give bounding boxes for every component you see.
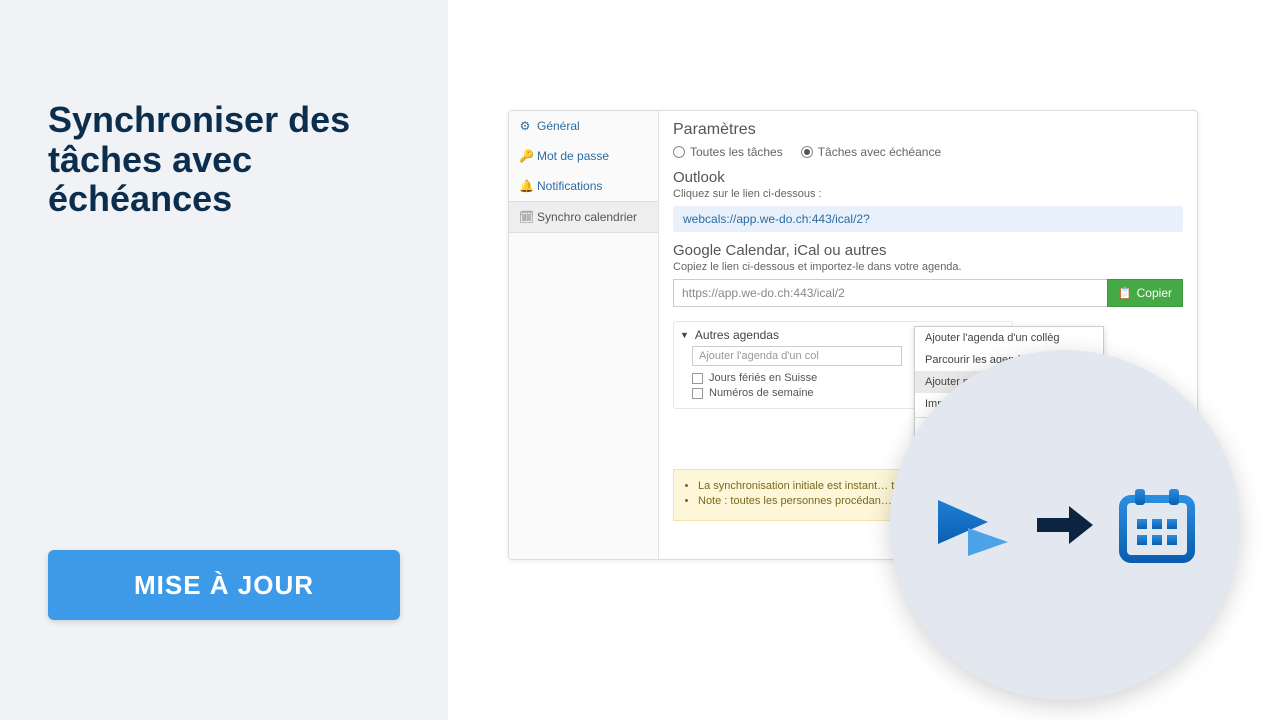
sidebar-item-calendar-sync[interactable]: 🗓 Synchro calendrier bbox=[509, 201, 658, 233]
agenda-line-label: Numéros de semaine bbox=[709, 387, 814, 399]
other-agendas-label: Autres agendas bbox=[695, 328, 779, 342]
radio-all-tasks[interactable]: Toutes les tâches bbox=[673, 145, 783, 159]
right-panel: ⚙ Général 🔑 Mot de passe 🔔 Notifications… bbox=[448, 0, 1280, 720]
copy-icon: 📋 bbox=[1118, 286, 1133, 300]
sidebar-item-general[interactable]: ⚙ Général bbox=[509, 111, 658, 141]
dropdown-item-add-colleague[interactable]: Ajouter l'agenda d'un collèg bbox=[915, 327, 1103, 349]
wedo-logo-icon bbox=[933, 490, 1013, 560]
copy-button[interactable]: 📋 Copier bbox=[1107, 279, 1183, 307]
copy-label: Copier bbox=[1137, 286, 1172, 300]
radio-label: Tâches avec échéance bbox=[818, 145, 941, 159]
sidebar-item-label: Synchro calendrier bbox=[537, 210, 637, 224]
radio-label: Toutes les tâches bbox=[690, 145, 783, 159]
calendar-grid-icon bbox=[1117, 485, 1197, 565]
key-icon: 🔑 bbox=[519, 149, 531, 163]
sidebar-item-notifications[interactable]: 🔔 Notifications bbox=[509, 171, 658, 201]
sidebar-item-label: Général bbox=[537, 119, 580, 133]
settings-sidebar: ⚙ Général 🔑 Mot de passe 🔔 Notifications… bbox=[509, 111, 659, 559]
sidebar-item-label: Notifications bbox=[537, 179, 602, 193]
sidebar-item-password[interactable]: 🔑 Mot de passe bbox=[509, 141, 658, 171]
calendar-url-input[interactable] bbox=[673, 279, 1107, 307]
copy-row: 📋 Copier bbox=[673, 279, 1183, 307]
add-agenda-input[interactable] bbox=[692, 346, 902, 366]
sidebar-item-label: Mot de passe bbox=[537, 149, 609, 163]
illustration-circle bbox=[890, 350, 1240, 700]
arrow-right-icon bbox=[1035, 500, 1095, 550]
task-filter-radios: Toutes les tâches Tâches avec échéance bbox=[673, 145, 1183, 159]
google-heading: Google Calendar, iCal ou autres bbox=[673, 242, 1183, 259]
google-hint: Copiez le lien ci-dessous et importez-le… bbox=[673, 261, 1183, 273]
outlook-link[interactable]: webcals://app.we-do.ch:443/ical/2? bbox=[673, 206, 1183, 232]
bell-icon: 🔔 bbox=[519, 179, 531, 193]
parameters-heading: Paramètres bbox=[673, 121, 1183, 139]
outlook-heading: Outlook bbox=[673, 169, 1183, 186]
left-panel: Synchroniser des tâches avec échéances M… bbox=[0, 0, 448, 720]
radio-tasks-with-due[interactable]: Tâches avec échéance bbox=[801, 145, 941, 159]
checkbox-icon bbox=[692, 373, 703, 384]
checkbox-icon bbox=[692, 388, 703, 399]
radio-icon bbox=[801, 146, 813, 158]
outlook-hint: Cliquez sur le lien ci-dessous : bbox=[673, 188, 1183, 200]
agenda-line-label: Jours fériés en Suisse bbox=[709, 372, 817, 384]
radio-icon bbox=[673, 146, 685, 158]
update-button[interactable]: MISE À JOUR bbox=[48, 550, 400, 620]
calendar-icon: 🗓 bbox=[519, 210, 531, 224]
chevron-down-icon: ▼ bbox=[680, 330, 689, 340]
page-title: Synchroniser des tâches avec échéances bbox=[48, 100, 400, 219]
gear-icon: ⚙ bbox=[519, 119, 531, 133]
